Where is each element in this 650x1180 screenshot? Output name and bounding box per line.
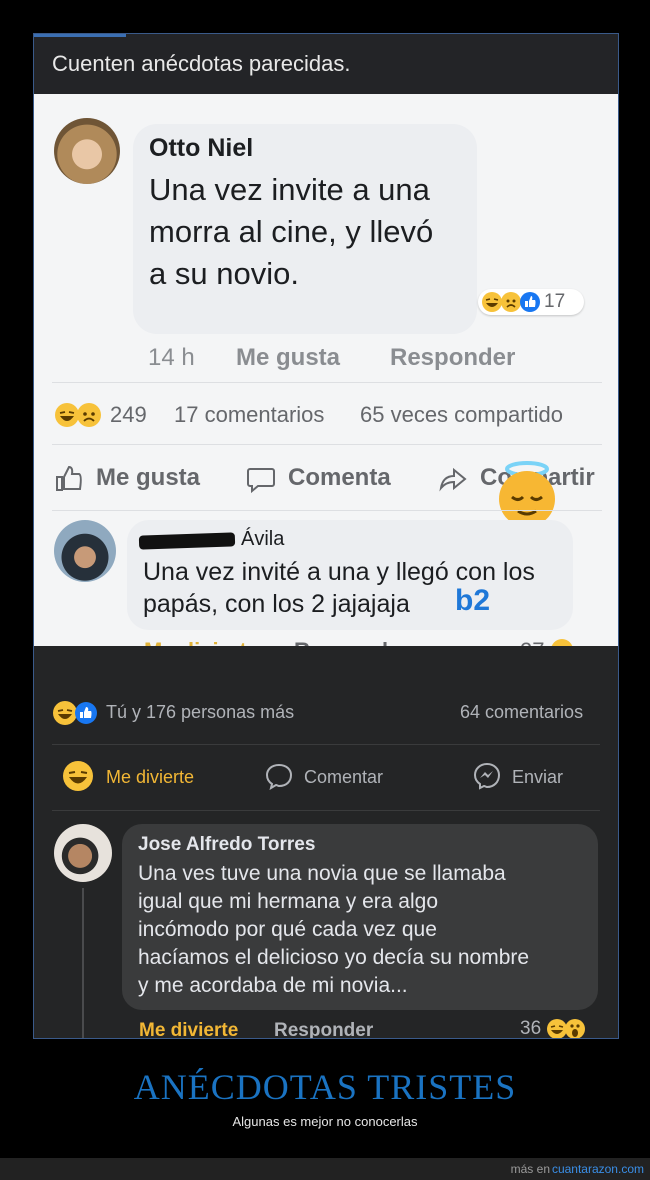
like-button[interactable]: Me gusta <box>54 462 214 496</box>
light-post-section: Otto Niel Una vez invite a una morra al … <box>34 94 618 663</box>
comment-author[interactable]: Ávila <box>241 528 284 551</box>
divider <box>52 510 602 511</box>
credit-link[interactable]: cuantarazon.com <box>552 1162 644 1176</box>
messenger-icon <box>473 762 501 790</box>
comment-text-line: Una ves tuve una novia que se llamaba <box>138 862 506 885</box>
comment-author[interactable]: Jose Alfredo Torres <box>138 834 315 856</box>
like-link[interactable]: Me gusta <box>236 344 340 372</box>
wow-emoji-icon <box>565 1019 585 1038</box>
footer-subtitle: Algunas es mejor no conocerlas <box>232 1114 418 1129</box>
divider <box>52 744 600 745</box>
avatar[interactable] <box>54 520 116 582</box>
comment-text-line: Una vez invité a una y llegó con los <box>143 558 535 586</box>
comment-bubble: Otto Niel Una vez invite a una morra al … <box>133 124 477 334</box>
handwritten-note: b2 <box>455 584 491 617</box>
credit-prefix: más en <box>510 1162 550 1176</box>
comment-button-label: Comentar <box>304 767 384 787</box>
thread-line <box>82 888 84 1038</box>
comment-icon <box>247 468 275 494</box>
dark-reactions-summary[interactable]: Tú y 176 personas más <box>106 702 294 723</box>
frame-header: Cuenten anécdotas parecidas. <box>34 34 618 94</box>
sad-emoji-icon <box>77 403 101 427</box>
comment-bubble: Ávila Una vez invité a una y llegó con l… <box>127 520 573 630</box>
comment-text-line: incómodo por qué cada vez que <box>138 918 437 941</box>
header-accent <box>34 34 126 37</box>
divider <box>52 810 600 811</box>
react-button-label: Me divierte <box>106 767 195 787</box>
avatar[interactable] <box>54 118 120 184</box>
redacted-name-scribble <box>138 532 236 550</box>
send-button-label: Enviar <box>512 767 564 787</box>
comment-text-line: y me acordaba de mi novia... <box>138 974 408 997</box>
comment-reaction-pill[interactable]: 17 <box>478 289 584 315</box>
post-reaction-count[interactable]: 249 <box>110 402 147 428</box>
reply-link[interactable]: Responder <box>390 344 515 372</box>
react-button[interactable]: Me divierte <box>62 760 242 794</box>
comment-bubble: Jose Alfredo Torres Una ves tuve una nov… <box>122 824 598 1010</box>
dark-comments-count[interactable]: 64 comentarios <box>460 702 583 723</box>
comment-reaction-count: 17 <box>544 291 566 312</box>
like-icon <box>75 702 97 724</box>
haha-emoji-icon <box>63 761 93 791</box>
comment-text-line: papás, con los 2 jajajaja <box>143 590 410 618</box>
like-icon <box>520 292 540 312</box>
comment-text-line: hacíamos el delicioso yo decía su nombre <box>138 946 530 969</box>
comment-button[interactable]: Comenta <box>246 462 406 496</box>
avatar[interactable] <box>54 824 112 882</box>
comment-text-line: igual que mi hermana y era algo <box>138 890 439 913</box>
screenshot-frame: Cuenten anécdotas parecidas. Otto Niel U… <box>33 33 619 1039</box>
comment-button[interactable]: Comentar <box>264 760 414 794</box>
comment-icon <box>265 763 293 791</box>
post-shares-count[interactable]: 65 veces compartido <box>360 402 563 428</box>
halo-emoji-icon <box>499 461 555 527</box>
send-button[interactable]: Enviar <box>472 760 602 794</box>
footer-title: ANÉCDOTAS TRISTES <box>133 1067 517 1107</box>
page-title: Cuenten anécdotas parecidas. <box>52 51 351 76</box>
comment-text-line: morra al cine, y llevó <box>149 214 434 249</box>
reaction-link[interactable]: Me divierte <box>139 1020 238 1038</box>
comment-text-line: Una vez invite a una <box>149 172 430 207</box>
divider <box>52 382 602 383</box>
comment-author[interactable]: Otto Niel <box>149 134 253 163</box>
share-icon <box>439 467 467 492</box>
dark-comment-reaction-count: 36 <box>520 1018 542 1039</box>
comment-time: 14 h <box>148 344 195 371</box>
credit-bar: más en cuantarazon.com <box>0 1158 650 1180</box>
reply-link[interactable]: Responder <box>274 1020 373 1038</box>
divider <box>52 444 602 445</box>
comment-text-line: a su novio. <box>149 256 299 291</box>
like-button-label: Me gusta <box>96 464 201 491</box>
post-comments-count[interactable]: 17 comentarios <box>174 402 324 428</box>
comment-button-label: Comenta <box>288 464 391 491</box>
like-icon <box>56 465 82 491</box>
dark-post-section: Tú y 176 personas más 64 comentarios Me … <box>34 646 618 1038</box>
